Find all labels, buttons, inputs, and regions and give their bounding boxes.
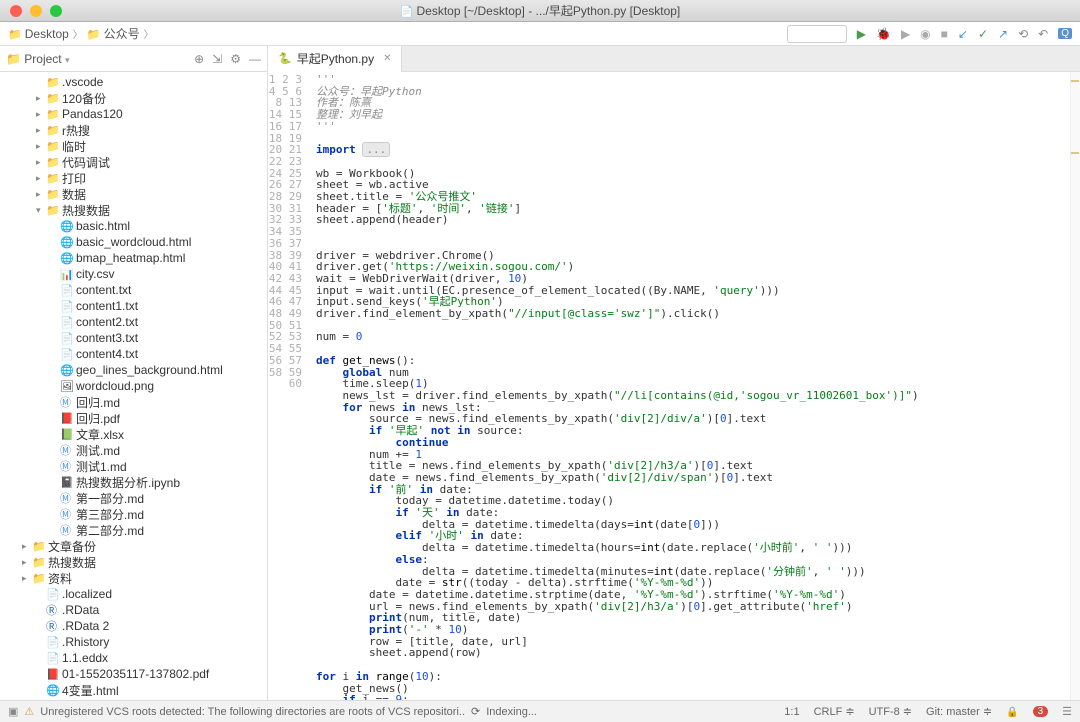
tree-item[interactable]: city.csv — [0, 266, 267, 282]
project-label[interactable]: Project — [6, 52, 62, 66]
vcs-commit-icon[interactable]: ✓ — [978, 27, 988, 41]
breadcrumb-item[interactable]: 公众号 — [87, 25, 140, 42]
tree-item[interactable]: .localized — [0, 586, 267, 602]
editor-area: 早起Python.py ✕ 1 2 3 4 5 6 8 13 14 15 16 … — [268, 46, 1080, 706]
tree-item[interactable]: content2.txt — [0, 314, 267, 330]
tree-item[interactable]: 1.1.eddx — [0, 650, 267, 666]
tree-item[interactable]: 第三部分.md — [0, 506, 267, 522]
tree-item[interactable]: ▸文章备份 — [0, 538, 267, 554]
editor-tabs: 早起Python.py ✕ — [268, 46, 1080, 72]
vcs-history-icon[interactable]: ⟲ — [1018, 27, 1028, 41]
tree-item[interactable]: content3.txt — [0, 330, 267, 346]
tree-item[interactable]: .RData 2 — [0, 618, 267, 634]
vcs-update-icon[interactable]: ↙ — [958, 27, 968, 41]
editor-tab[interactable]: 早起Python.py ✕ — [268, 46, 402, 72]
status-bar: ▣ ⚠ Unregistered VCS roots detected: The… — [0, 700, 1080, 722]
file-encoding[interactable]: UTF-8 ≑ — [869, 705, 912, 718]
project-tree[interactable]: .vscode▸120备份▸Pandas120▸r热搜▸临时▸代码调试▸打印▸数… — [0, 72, 267, 706]
locate-icon[interactable]: ⊕ — [194, 52, 204, 66]
run-coverage-icon[interactable]: ▶ — [901, 27, 910, 41]
breadcrumb-bar: Desktop 〉 公众号 〉 ▶ 🐞 ▶ ◉ ■ ↙ ✓ ↗ ⟲ ↶ Q — [0, 22, 1080, 46]
vcs-revert-icon[interactable]: ↶ — [1038, 27, 1048, 41]
window-titlebar: Desktop [~/Desktop] - .../早起Python.py [D… — [0, 0, 1080, 22]
tree-item[interactable]: 01-1552035117-137802.pdf — [0, 666, 267, 682]
settings-icon[interactable]: ⚙ — [230, 52, 241, 66]
tree-item[interactable]: bmap_heatmap.html — [0, 250, 267, 266]
tree-item[interactable]: ▸临时 — [0, 138, 267, 154]
code-editor[interactable]: 1 2 3 4 5 6 8 13 14 15 16 17 18 19 20 21… — [268, 72, 1080, 706]
tree-item[interactable]: content4.txt — [0, 346, 267, 362]
line-gutter: 1 2 3 4 5 6 8 13 14 15 16 17 18 19 20 21… — [268, 72, 310, 706]
project-sidebar: Project ▾ ⊕ ⇲ ⚙ — .vscode▸120备份▸Pandas12… — [0, 46, 268, 706]
tree-item[interactable]: 热搜数据分析.ipynb — [0, 474, 267, 490]
window-title: Desktop [~/Desktop] - .../早起Python.py [D… — [0, 2, 1080, 19]
warning-icon[interactable]: ⚠ — [24, 705, 34, 718]
tree-item[interactable]: .RData — [0, 602, 267, 618]
tree-item[interactable]: 4变量.html — [0, 682, 267, 698]
line-separator[interactable]: CRLF ≑ — [814, 705, 855, 718]
collapse-icon[interactable]: ⇲ — [212, 52, 222, 66]
breadcrumb-sep: 〉 — [73, 26, 83, 41]
tree-item[interactable]: ▸120备份 — [0, 90, 267, 106]
git-branch[interactable]: Git: master ≑ — [926, 705, 992, 718]
hide-icon[interactable]: — — [249, 52, 261, 66]
breadcrumb-sep: 〉 — [144, 26, 154, 41]
notification-badge[interactable]: 3 — [1033, 706, 1049, 717]
tree-item[interactable]: .vscode — [0, 74, 267, 90]
code-content[interactable]: ''' 公众号：早起Python 作者：陈熹 整理：刘早起 ''' import… — [310, 72, 1080, 706]
tree-item[interactable]: ▸资料 — [0, 570, 267, 586]
scrollbar-preview[interactable] — [1070, 72, 1080, 706]
tree-item[interactable]: 回归.pdf — [0, 410, 267, 426]
tree-item[interactable]: 第二部分.md — [0, 522, 267, 538]
close-icon[interactable]: ✕ — [383, 53, 391, 64]
ide-status-icon[interactable]: ☰ — [1062, 705, 1072, 718]
debug-icon[interactable]: 🐞 — [876, 27, 891, 41]
tree-item[interactable]: wordcloud.png — [0, 378, 267, 394]
stop-icon[interactable]: ■ — [941, 27, 948, 41]
tree-item[interactable]: basic.html — [0, 218, 267, 234]
tree-item[interactable]: ▸r热搜 — [0, 122, 267, 138]
tool-window-icon[interactable]: ▣ — [8, 705, 18, 718]
tree-item[interactable]: 文章.xlsx — [0, 426, 267, 442]
readonly-icon[interactable] — [1006, 706, 1018, 718]
tree-item[interactable]: ▸代码调试 — [0, 154, 267, 170]
tree-item[interactable]: content.txt — [0, 282, 267, 298]
tree-item[interactable]: ▸打印 — [0, 170, 267, 186]
spinner-icon: ⟳ — [471, 705, 480, 718]
run-icon[interactable]: ▶ — [857, 27, 866, 41]
tree-item[interactable]: 测试.md — [0, 442, 267, 458]
tree-item[interactable]: ▸热搜数据 — [0, 554, 267, 570]
project-tool-header: Project ▾ ⊕ ⇲ ⚙ — — [0, 46, 267, 72]
tree-item[interactable]: basic_wordcloud.html — [0, 234, 267, 250]
profile-icon[interactable]: ◉ — [920, 27, 930, 41]
tree-item[interactable]: ▸数据 — [0, 186, 267, 202]
tree-item[interactable]: geo_lines_background.html — [0, 362, 267, 378]
caret-position[interactable]: 1:1 — [784, 706, 799, 718]
vcs-notification[interactable]: Unregistered VCS roots detected: The fol… — [40, 706, 465, 718]
tree-item[interactable]: ▸Pandas120 — [0, 106, 267, 122]
search-everywhere-icon[interactable]: Q — [1058, 28, 1072, 39]
tab-label: 早起Python.py — [297, 50, 374, 67]
vcs-push-icon[interactable]: ↗ — [998, 27, 1008, 41]
tree-item[interactable]: content1.txt — [0, 298, 267, 314]
indexing-status: Indexing... — [486, 706, 537, 718]
run-config-selector[interactable] — [787, 25, 847, 43]
tree-item[interactable]: 回归.md — [0, 394, 267, 410]
tree-item[interactable]: ▾热搜数据 — [0, 202, 267, 218]
breadcrumb-item[interactable]: Desktop — [8, 27, 69, 41]
tree-item[interactable]: 测试1.md — [0, 458, 267, 474]
tree-item[interactable]: 第一部分.md — [0, 490, 267, 506]
tree-item[interactable]: .Rhistory — [0, 634, 267, 650]
